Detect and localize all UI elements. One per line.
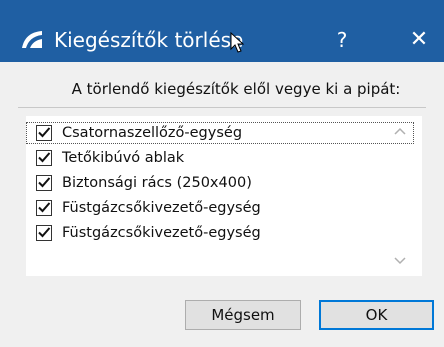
item-checkbox[interactable] [36,175,52,191]
delete-accessories-dialog: Kiegészítők törlése ? ✕ A törlendő kiegé… [0,0,444,347]
list-item[interactable]: Csatornaszellőző-egység [26,122,414,144]
ok-button[interactable]: OK [319,300,434,330]
checkmark-icon [38,227,51,238]
item-label: Füstgázcsőkivezető-egység [62,200,261,216]
accessories-listbox[interactable]: Csatornaszellőző-egység Tetőkibúvó ablak… [26,116,422,276]
close-button[interactable]: ✕ [404,25,434,55]
item-label: Biztonsági rács (250x400) [62,175,252,191]
list-item[interactable]: Biztonsági rács (250x400) [26,172,252,194]
chevron-up-icon[interactable] [392,124,408,138]
mouse-cursor-icon [230,32,245,53]
item-checkbox[interactable] [36,125,52,141]
checkmark-icon [38,177,51,188]
item-checkbox[interactable] [36,225,52,241]
cancel-button[interactable]: Mégsem [185,300,301,330]
checkmark-icon [38,152,51,163]
item-label: Csatornaszellőző-egység [62,125,243,141]
separator-line [18,107,426,108]
list-item[interactable]: Tetőkibúvó ablak [26,147,184,169]
item-label: Tetőkibúvó ablak [62,150,185,166]
list-item[interactable]: Füstgázcsőkivezető-egység [26,222,261,244]
help-button[interactable]: ? [326,25,358,55]
window-title: Kiegészítők törlése [54,28,244,52]
instruction-text: A törlendő kiegészítők elől vegye ki a p… [71,80,401,98]
item-checkbox[interactable] [36,150,52,166]
title-bar[interactable]: Kiegészítők törlése ? ✕ [0,0,444,62]
chevron-down-icon[interactable] [392,254,408,268]
item-checkbox[interactable] [36,200,52,216]
checkmark-icon [38,127,51,138]
list-item[interactable]: Füstgázcsőkivezető-egység [26,197,261,219]
app-logo-icon [22,31,42,48]
item-label: Füstgázcsőkivezető-egység [62,225,261,241]
checkmark-icon [38,202,51,213]
